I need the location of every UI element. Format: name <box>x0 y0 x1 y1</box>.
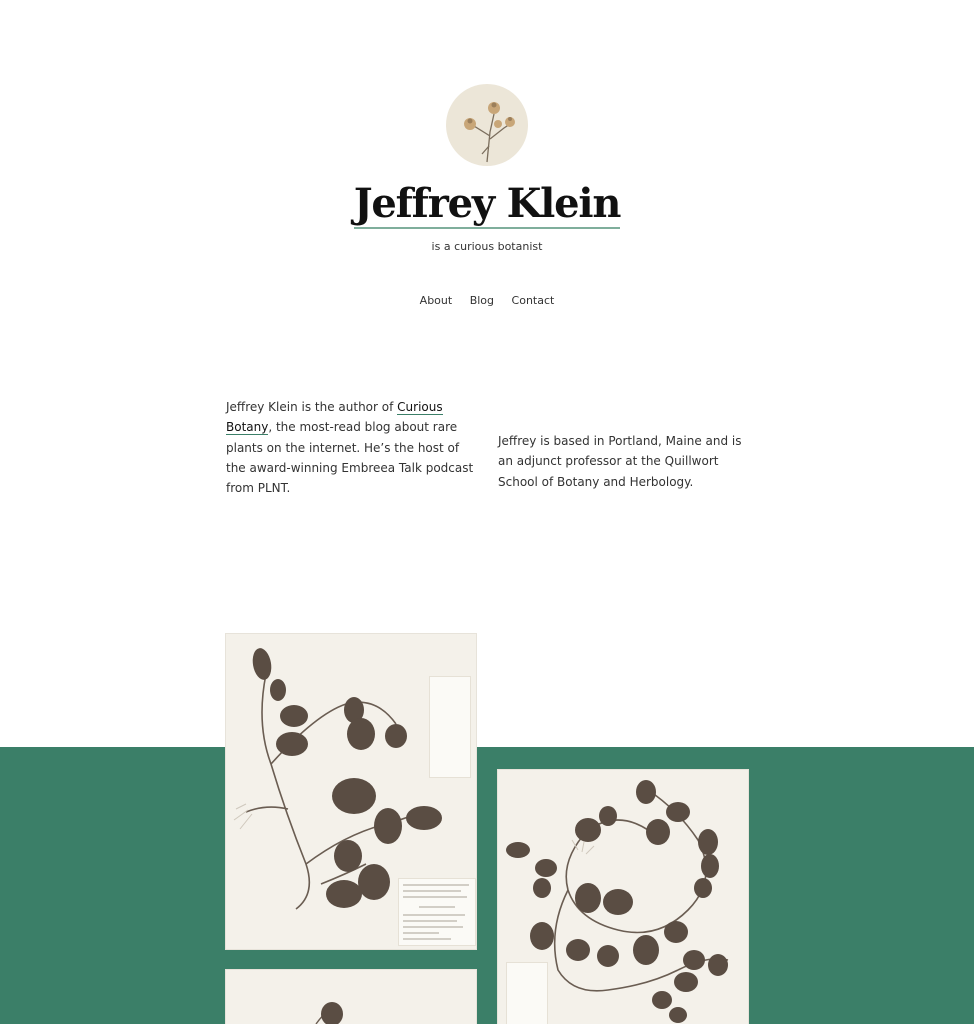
site-title: Jeffrey Klein <box>0 178 974 230</box>
primary-nav: About Blog Contact <box>0 294 974 307</box>
nav-item-contact[interactable]: Contact <box>512 294 555 307</box>
intro-left-paragraph: Jeffrey Klein is the author of Curious B… <box>226 397 478 498</box>
intro-right-paragraph: Jeffrey is based in Portland, Maine and … <box>498 434 742 489</box>
nav-item-blog[interactable]: Blog <box>470 294 494 307</box>
specimen-image-1 <box>226 634 476 949</box>
site-title-text: Jeffrey Klein <box>353 180 621 229</box>
nav-item-about[interactable]: About <box>420 294 453 307</box>
intro-left-text: Jeffrey Klein is the author of <box>226 400 398 414</box>
specimen-image-3 <box>226 970 476 1024</box>
pressed-vine-specimen-icon <box>315 1002 343 1024</box>
avatar <box>446 84 528 166</box>
green-background-band <box>0 747 974 1024</box>
specimen-image-2 <box>498 770 748 1024</box>
pressed-vine-specimen-icon <box>506 780 729 1023</box>
dried-flower-icon <box>464 102 515 163</box>
site-tagline: is a curious botanist <box>431 240 543 253</box>
pressed-vine-specimen-icon <box>233 648 442 910</box>
